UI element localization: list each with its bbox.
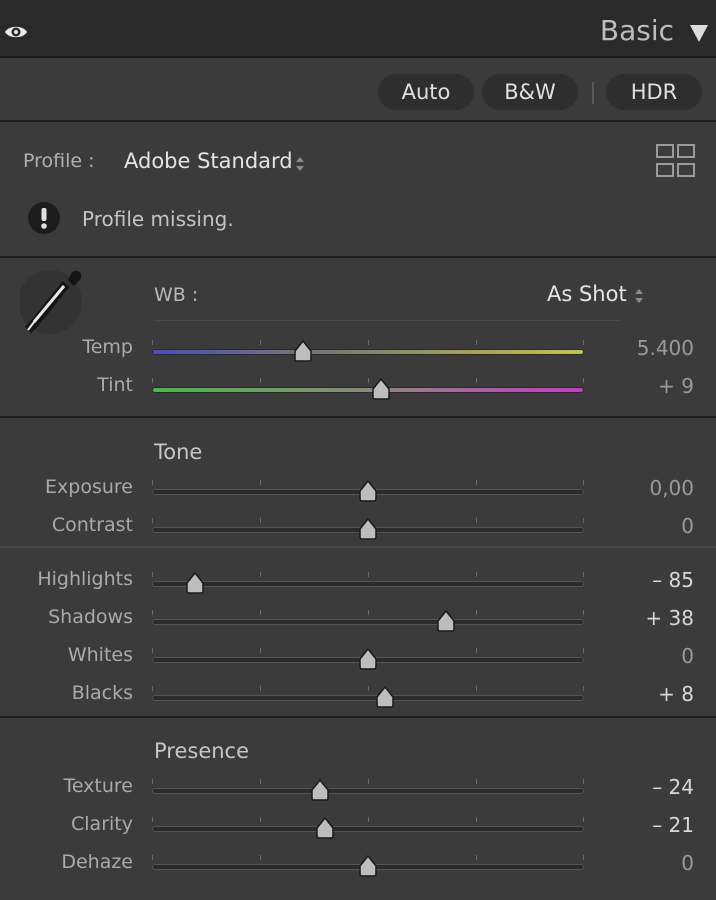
- shadows-label: Shadows: [48, 606, 133, 628]
- hdr-button[interactable]: HDR: [606, 74, 702, 110]
- blacks-value[interactable]: + 8: [658, 682, 694, 706]
- profile-label: Profile :: [23, 150, 95, 172]
- tone-section: Tone Exposure 0,00 Contrast 0 Highlights – 85…: [0, 418, 716, 718]
- shadows-slider-row: Shadows + 38: [0, 604, 716, 634]
- blacks-label: Blacks: [71, 682, 133, 704]
- profile-select[interactable]: Adobe Standard: [124, 149, 293, 173]
- dehaze-slider-row: Dehaze 0: [0, 849, 716, 879]
- clarity-slider-thumb[interactable]: [315, 817, 335, 839]
- toolbar-divider: [592, 82, 594, 104]
- auto-button[interactable]: Auto: [378, 74, 474, 110]
- shadows-slider-thumb[interactable]: [436, 610, 456, 632]
- blacks-slider-row: Blacks + 8: [0, 680, 716, 710]
- grid-icon[interactable]: [656, 144, 696, 178]
- exposure-slider-thumb[interactable]: [358, 480, 378, 502]
- temp-slider-thumb[interactable]: [293, 340, 313, 362]
- blacks-slider-track[interactable]: [152, 695, 584, 701]
- texture-slider-track[interactable]: [152, 788, 584, 794]
- bw-button[interactable]: B&W: [482, 74, 578, 110]
- shadows-value[interactable]: + 38: [645, 606, 694, 630]
- clarity-label: Clarity: [71, 813, 133, 835]
- updown-arrows-icon[interactable]: [294, 154, 306, 174]
- highlights-slider-track[interactable]: [152, 581, 584, 587]
- blacks-slider-ticks: [152, 686, 584, 692]
- highlights-slider-row: Highlights – 85: [0, 566, 716, 596]
- panel-header[interactable]: Basic: [0, 0, 716, 58]
- exposure-slider-row: Exposure 0,00: [0, 474, 716, 504]
- white-balance-section: WB : As Shot Temp 5.400 Tint + 9: [0, 258, 716, 418]
- clarity-value[interactable]: – 21: [652, 813, 694, 837]
- tint-slider-ticks: [152, 378, 584, 384]
- blacks-slider-thumb[interactable]: [375, 686, 395, 708]
- texture-value[interactable]: – 24: [652, 775, 694, 799]
- clarity-slider-track[interactable]: [152, 826, 584, 832]
- exposure-label: Exposure: [45, 476, 133, 498]
- triangle-down-icon[interactable]: [688, 22, 710, 44]
- dehaze-slider-thumb[interactable]: [358, 855, 378, 877]
- profile-section: Profile : Adobe Standard Profile missing…: [0, 122, 716, 258]
- clarity-slider-row: Clarity – 21: [0, 811, 716, 841]
- temp-value[interactable]: 5.400: [637, 336, 694, 360]
- dehaze-value[interactable]: 0: [681, 851, 694, 875]
- temp-slider-row: Temp 5.400: [0, 334, 716, 364]
- tint-slider-track[interactable]: [152, 387, 584, 393]
- highlights-slider-ticks: [152, 572, 584, 578]
- highlights-value[interactable]: – 85: [652, 568, 694, 592]
- tint-label: Tint: [97, 374, 133, 396]
- auto-toolbar: Auto B&W HDR: [0, 58, 716, 122]
- profile-warning: Profile missing.: [82, 207, 234, 231]
- tint-value[interactable]: + 9: [658, 374, 694, 398]
- panel-title: Basic: [599, 14, 674, 47]
- updown-arrows-icon[interactable]: [633, 286, 645, 306]
- shadows-slider-track[interactable]: [152, 619, 584, 625]
- eye-icon[interactable]: [4, 22, 28, 42]
- temp-slider-track[interactable]: [152, 349, 584, 355]
- whites-slider-thumb[interactable]: [358, 648, 378, 670]
- wb-select[interactable]: As Shot: [547, 282, 627, 306]
- dehaze-label: Dehaze: [61, 851, 133, 873]
- tint-slider-thumb[interactable]: [371, 378, 391, 400]
- whites-value[interactable]: 0: [681, 644, 694, 668]
- tone-divider: [0, 546, 716, 548]
- texture-slider-thumb[interactable]: [310, 779, 330, 801]
- highlights-slider-thumb[interactable]: [185, 572, 205, 594]
- texture-slider-row: Texture – 24: [0, 773, 716, 803]
- shadows-slider-ticks: [152, 610, 584, 616]
- highlights-label: Highlights: [37, 568, 133, 590]
- contrast-label: Contrast: [51, 514, 133, 536]
- presence-heading: Presence: [154, 739, 250, 763]
- exposure-value[interactable]: 0,00: [649, 476, 694, 500]
- contrast-value[interactable]: 0: [681, 514, 694, 538]
- eyedropper-icon[interactable]: [20, 264, 86, 338]
- wb-label: WB :: [154, 284, 199, 306]
- whites-slider-row: Whites 0: [0, 642, 716, 672]
- exclamation-icon: [28, 202, 60, 234]
- texture-label: Texture: [63, 775, 133, 797]
- texture-slider-ticks: [152, 779, 584, 785]
- presence-section: Presence Texture – 24 Clarity – 21 Dehaze 0: [0, 718, 716, 900]
- clarity-slider-ticks: [152, 817, 584, 823]
- wb-divider: [154, 320, 620, 321]
- contrast-slider-row: Contrast 0: [0, 512, 716, 542]
- tone-heading: Tone: [154, 440, 203, 464]
- temp-label: Temp: [82, 336, 133, 358]
- contrast-slider-thumb[interactable]: [358, 518, 378, 540]
- temp-slider-ticks: [152, 340, 584, 346]
- tint-slider-row: Tint + 9: [0, 372, 716, 402]
- whites-label: Whites: [67, 644, 133, 666]
